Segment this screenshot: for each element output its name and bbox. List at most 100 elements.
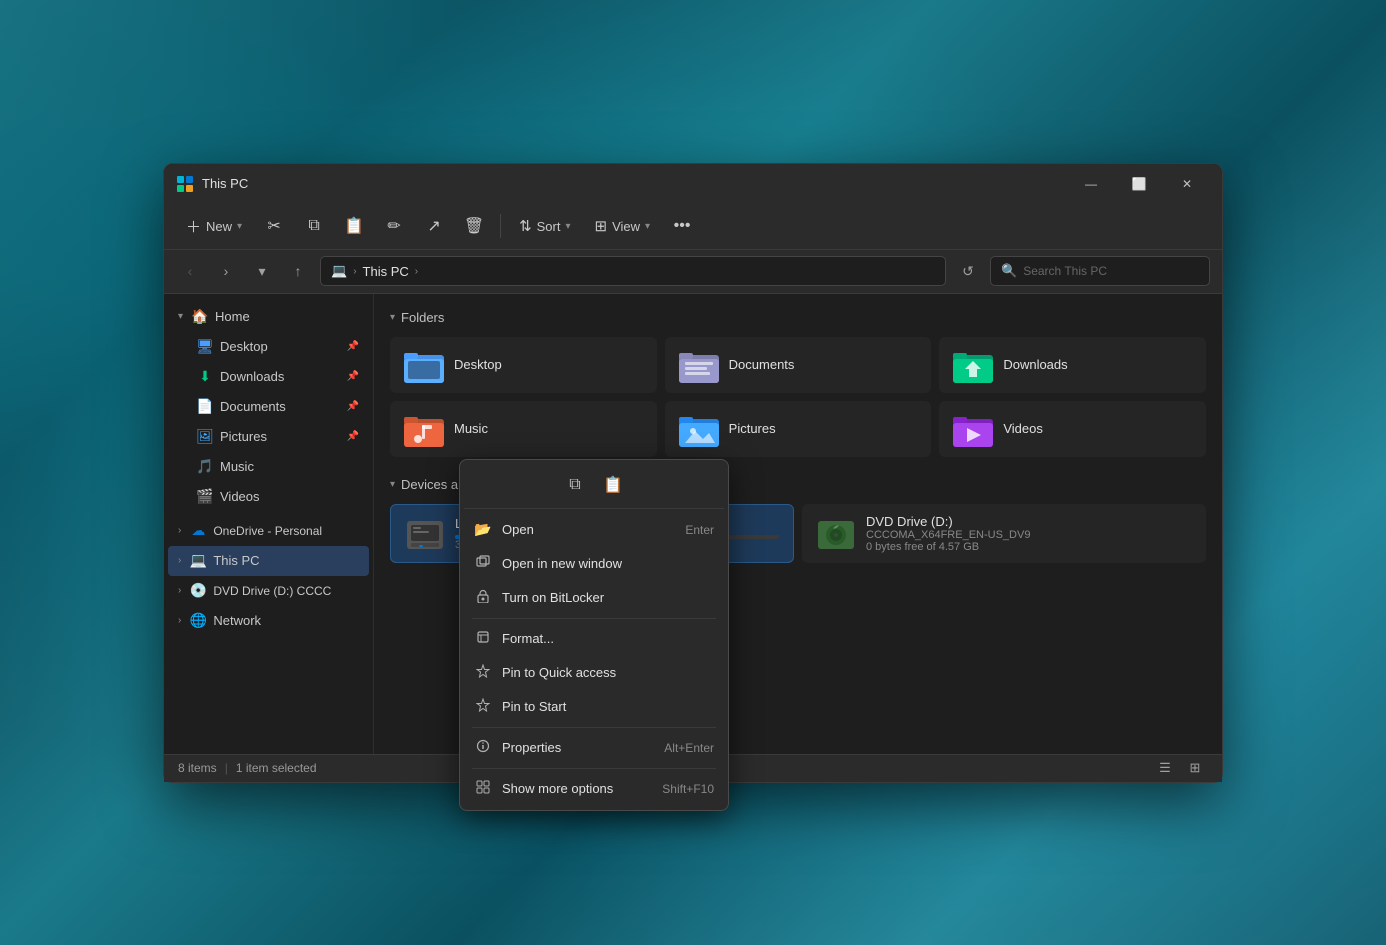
search-placeholder: Search This PC bbox=[1023, 264, 1107, 278]
selected-count: 1 item selected bbox=[236, 761, 317, 775]
back-button[interactable]: ‹ bbox=[176, 257, 204, 285]
cut-button[interactable]: ✂ bbox=[256, 210, 292, 242]
folder-music[interactable]: Music bbox=[390, 401, 657, 457]
thispc-chevron-icon: › bbox=[178, 555, 181, 566]
new-button[interactable]: ＋ New ▾ bbox=[176, 211, 252, 242]
downloads-icon: ⬇ bbox=[196, 368, 214, 385]
sidebar-item-videos[interactable]: 🎬 Videos bbox=[168, 482, 369, 512]
folder-pictures[interactable]: Pictures bbox=[665, 401, 932, 457]
folder-documents[interactable]: Documents bbox=[665, 337, 932, 393]
maximize-button[interactable]: ⬜ bbox=[1116, 168, 1162, 200]
search-box[interactable]: 🔍 Search This PC bbox=[990, 256, 1210, 286]
window-controls: — ⬜ ✕ bbox=[1068, 168, 1210, 200]
onedrive-icon: ☁ bbox=[189, 522, 207, 539]
downloads-pin-icon: 📌 bbox=[347, 371, 359, 382]
paste-button[interactable]: 📋 bbox=[336, 210, 372, 242]
folders-grid: Desktop Documents bbox=[390, 337, 1206, 457]
folder-music-name: Music bbox=[454, 421, 488, 436]
ctx-pin-quick[interactable]: Pin to Quick access bbox=[464, 656, 724, 690]
copy-button[interactable]: ⧉ bbox=[296, 210, 332, 242]
forward-button[interactable]: › bbox=[212, 257, 240, 285]
pictures-folder-icon bbox=[679, 411, 719, 447]
new-chevron-icon: ▾ bbox=[237, 221, 242, 232]
dvd-chevron-icon: › bbox=[178, 585, 181, 596]
network-chevron-icon: › bbox=[178, 615, 181, 626]
downloads-folder-icon bbox=[953, 347, 993, 383]
ctx-open-new-window[interactable]: Open in new window bbox=[464, 547, 724, 581]
ctx-properties[interactable]: Properties Alt+Enter bbox=[464, 731, 724, 765]
drive-d-sub2: 0 bytes free of 4.57 GB bbox=[866, 541, 1192, 553]
view-toggle: ☰ ⊞ bbox=[1152, 757, 1208, 779]
sidebar-item-home[interactable]: ▾ 🏠 Home bbox=[168, 302, 369, 332]
documents-icon: 📄 bbox=[196, 398, 214, 415]
ctx-bitlocker[interactable]: Turn on BitLocker bbox=[464, 581, 724, 615]
sidebar-network-label: Network bbox=[213, 613, 261, 628]
drive-d[interactable]: DVD Drive (D:) CCCOMA_X64FRE_EN-US_DV9 0… bbox=[802, 504, 1206, 563]
path-text: This PC bbox=[363, 264, 409, 279]
ctx-show-more-label: Show more options bbox=[502, 781, 652, 796]
delete-button[interactable]: 🗑 bbox=[456, 210, 492, 242]
folder-desktop-name: Desktop bbox=[454, 357, 502, 372]
ctx-sep-3 bbox=[472, 768, 716, 769]
sort-chevron-icon: ▾ bbox=[565, 221, 570, 232]
sidebar-item-thispc[interactable]: › 💻 This PC bbox=[168, 546, 369, 576]
recent-button[interactable]: ▾ bbox=[248, 257, 276, 285]
sidebar-item-music[interactable]: 🎵 Music bbox=[168, 452, 369, 482]
ctx-show-more-icon bbox=[474, 780, 492, 797]
sort-icon: ⇅ bbox=[519, 217, 532, 235]
home-icon: 🏠 bbox=[191, 308, 209, 325]
ctx-new-window-label: Open in new window bbox=[502, 556, 704, 571]
view-chevron-icon: ▾ bbox=[645, 221, 650, 232]
drive-d-sub: CCCOMA_X64FRE_EN-US_DV9 bbox=[866, 529, 1192, 541]
ctx-show-more[interactable]: Show more options Shift+F10 bbox=[464, 772, 724, 806]
folder-downloads[interactable]: Downloads bbox=[939, 337, 1206, 393]
sidebar-item-network[interactable]: › 🌐 Network bbox=[168, 606, 369, 636]
ctx-open[interactable]: 📂 Open Enter bbox=[464, 513, 724, 547]
sort-label: Sort bbox=[537, 219, 561, 234]
more-button[interactable]: ••• bbox=[664, 210, 700, 242]
sidebar: ▾ 🏠 Home 🖥 Desktop 📌 ⬇ Downloads 📌 📄 Doc… bbox=[164, 294, 374, 754]
ctx-new-window-icon bbox=[474, 555, 492, 572]
share-button[interactable]: ↗ bbox=[416, 210, 452, 242]
view-button[interactable]: ⊞ View ▾ bbox=[585, 212, 661, 240]
folder-downloads-name: Downloads bbox=[1003, 357, 1067, 372]
ctx-copy-button[interactable]: ⧉ bbox=[558, 470, 592, 500]
folder-desktop[interactable]: Desktop bbox=[390, 337, 657, 393]
sort-button[interactable]: ⇅ Sort ▾ bbox=[509, 212, 580, 240]
sidebar-documents-label: Documents bbox=[220, 399, 286, 414]
ctx-open-shortcut: Enter bbox=[685, 523, 714, 537]
rename-button[interactable]: ✏ bbox=[376, 210, 412, 242]
ctx-paste-button[interactable]: 📋 bbox=[596, 470, 630, 500]
music-icon: 🎵 bbox=[196, 458, 214, 475]
local-disk-icon bbox=[405, 515, 445, 551]
minimize-button[interactable]: — bbox=[1068, 168, 1114, 200]
new-icon: ＋ bbox=[186, 216, 201, 237]
ctx-format[interactable]: Format... bbox=[464, 622, 724, 656]
desktop-pin-icon: 📌 bbox=[347, 341, 359, 352]
ctx-open-icon: 📂 bbox=[474, 521, 492, 538]
grid-view-button[interactable]: ⊞ bbox=[1182, 757, 1208, 779]
ctx-bitlocker-label: Turn on BitLocker bbox=[502, 590, 714, 605]
videos-icon: 🎬 bbox=[196, 488, 214, 505]
address-path[interactable]: 💻 › This PC › bbox=[320, 256, 946, 286]
sidebar-item-documents[interactable]: 📄 Documents 📌 bbox=[168, 392, 369, 422]
folder-videos[interactable]: Videos bbox=[939, 401, 1206, 457]
folders-section-header: ▾ Folders bbox=[390, 310, 1206, 325]
list-view-button[interactable]: ☰ bbox=[1152, 757, 1178, 779]
sidebar-item-dvddrive[interactable]: › 💿 DVD Drive (D:) CCCC bbox=[168, 576, 369, 606]
desktop-icon: 🖥 bbox=[196, 338, 214, 355]
up-button[interactable]: ↑ bbox=[284, 257, 312, 285]
sidebar-item-onedrive[interactable]: › ☁ OneDrive - Personal bbox=[168, 516, 369, 546]
ctx-pin-start[interactable]: Pin to Start bbox=[464, 690, 724, 724]
items-count: 8 items bbox=[178, 761, 217, 775]
close-button[interactable]: ✕ bbox=[1164, 168, 1210, 200]
view-label: View bbox=[612, 219, 640, 234]
sidebar-item-downloads[interactable]: ⬇ Downloads 📌 bbox=[168, 362, 369, 392]
folder-videos-name: Videos bbox=[1003, 421, 1043, 436]
refresh-button[interactable]: ↺ bbox=[954, 257, 982, 285]
drives-chevron-icon: ▾ bbox=[390, 479, 395, 490]
sidebar-pictures-label: Pictures bbox=[220, 429, 267, 444]
sidebar-item-pictures[interactable]: 🖼 Pictures 📌 bbox=[168, 422, 369, 452]
videos-folder-icon bbox=[953, 411, 993, 447]
sidebar-item-desktop[interactable]: 🖥 Desktop 📌 bbox=[168, 332, 369, 362]
